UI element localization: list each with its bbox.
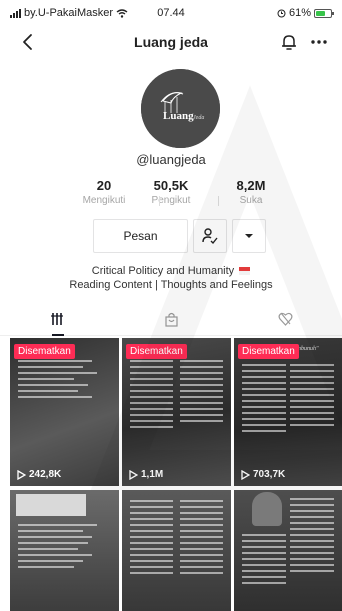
avatar-logo: Luang Jeda [141, 69, 220, 148]
video-thumbnail[interactable]: "Ayah Bukan Pembunuh" Disematkan 703,7K [234, 338, 342, 486]
indonesia-flag-icon [239, 267, 251, 276]
bio-line-1: Critical Politicy and Humanity [91, 265, 235, 277]
pinned-badge: Disematkan [126, 344, 187, 359]
suggested-accounts-button[interactable] [232, 219, 266, 253]
stat-divider [159, 196, 160, 206]
stat-label: Pengikut [151, 195, 191, 206]
stat-divider [218, 196, 219, 206]
stat-label: Suka [239, 195, 263, 206]
bell-icon[interactable] [278, 31, 300, 53]
view-count-value: 1,1M [141, 469, 164, 480]
play-icon [17, 469, 26, 480]
more-options-icon[interactable] [308, 31, 330, 53]
video-thumbnail[interactable] [234, 490, 342, 611]
video-thumbnail[interactable]: Disematkan 1,1M [122, 338, 231, 486]
view-count: 703,7K [240, 469, 285, 480]
thumbnail-text-lines [180, 500, 223, 578]
nav-bar: Luang jeda [0, 26, 342, 60]
profile-stats: 20 Mengikuti 50,5K Pengikut 8,2M Suka [0, 178, 342, 212]
thumbnail-text-lines [242, 534, 286, 588]
tab-videos[interactable] [0, 312, 114, 336]
thumbnail-text-lines [18, 524, 111, 572]
thumbnail-text-lines [290, 498, 334, 576]
avatar[interactable]: Luang Jeda [141, 69, 220, 148]
following-button[interactable] [193, 219, 227, 253]
thumbnail-inset [16, 494, 86, 516]
alarm-icon [277, 9, 286, 17]
profile-tabs [0, 306, 342, 336]
thumbnail-text-lines [130, 500, 173, 578]
shopping-bag-icon [164, 312, 178, 327]
liked-heart-icon [278, 312, 292, 326]
thumbnail-photo [252, 492, 282, 526]
video-thumbnail[interactable] [10, 490, 119, 611]
thumbnail-text-lines [18, 360, 111, 402]
tab-liked[interactable] [228, 312, 342, 336]
message-button[interactable]: Pesan [93, 219, 188, 253]
stat-likes[interactable]: 8,2M Suka [206, 178, 296, 206]
status-bar: by.U-PakaiMasker 07.44 61% [0, 0, 342, 26]
active-tab-indicator [52, 334, 64, 336]
grid-icon [51, 313, 63, 325]
bio-line-2: Reading Content | Thoughts and Feelings [69, 279, 273, 291]
stat-followers[interactable]: 50,5K Pengikut [126, 178, 216, 206]
pinned-badge: Disematkan [238, 344, 299, 359]
thumbnail-text-lines [242, 364, 286, 436]
view-count-value: 703,7K [253, 469, 286, 480]
video-thumbnail[interactable]: Disematkan 242,8K [10, 338, 119, 486]
thumbnail-text-lines [180, 360, 223, 426]
thumbnail-text-lines [130, 360, 173, 432]
thumbnail-text-lines [290, 364, 334, 430]
pinned-badge: Disematkan [14, 344, 75, 359]
user-check-icon [202, 228, 218, 245]
view-count: 242,8K [16, 469, 61, 480]
battery-percent: 61% [288, 7, 311, 19]
profile-handle: @luangjeda [136, 152, 206, 167]
stat-value: 8,2M [236, 178, 266, 193]
video-grid: Disematkan 242,8K Disematkan 1,1M "Ayah … [8, 338, 342, 611]
battery-icon [314, 8, 334, 18]
avatar-text: Luang [163, 110, 194, 122]
play-icon [129, 469, 138, 480]
video-thumbnail[interactable] [122, 490, 231, 611]
profile-bio: Critical Politicy and Humanity Reading C… [0, 264, 342, 292]
view-count: 1,1M [128, 469, 163, 480]
caret-down-icon [245, 234, 253, 238]
tab-shop[interactable] [114, 312, 228, 336]
avatar-script: Jeda [193, 115, 204, 121]
stat-value: 50,5K [153, 178, 189, 193]
view-count-value: 242,8K [29, 469, 62, 480]
play-icon [241, 469, 250, 480]
